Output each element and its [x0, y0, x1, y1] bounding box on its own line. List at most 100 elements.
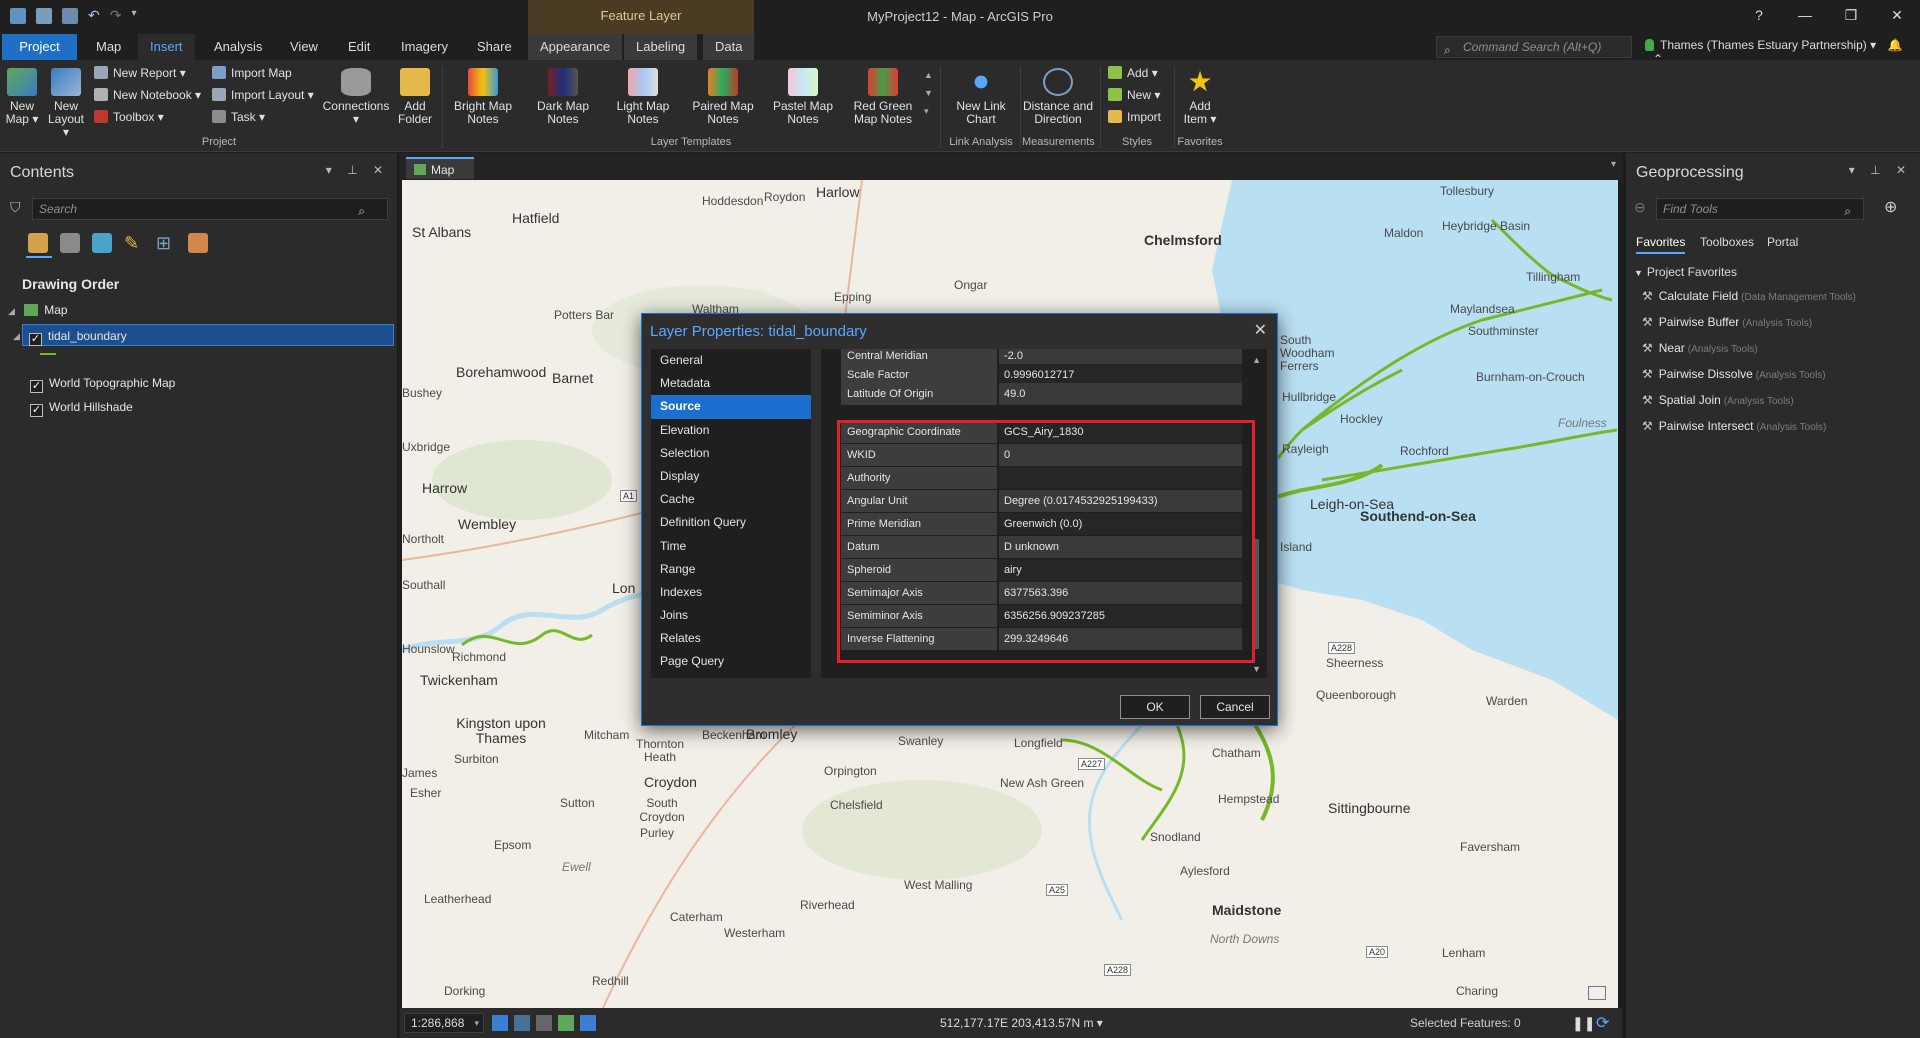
refresh-icon[interactable]: ⟳ [1596, 1013, 1609, 1033]
pencil-icon[interactable]: ✎ [124, 233, 144, 253]
nav-page-query[interactable]: Page Query [651, 650, 811, 673]
scroll-down-icon[interactable]: ▼ [1252, 664, 1261, 674]
project-icon[interactable] [10, 8, 26, 24]
nav-general[interactable]: General [651, 349, 811, 372]
toolbox-button[interactable]: Toolbox ▾ [94, 110, 164, 124]
tab-insert[interactable]: Insert [138, 34, 195, 60]
nav-joins[interactable]: Joins [651, 604, 811, 627]
template-bright-map-notes[interactable]: Bright Map Notes [450, 64, 516, 126]
new-link-chart-button[interactable]: New Link Chart [946, 64, 1016, 126]
add-item-button[interactable]: ★ Add Item ▾ [1176, 64, 1224, 126]
task-button[interactable]: Task ▾ [212, 110, 265, 124]
tab-edit[interactable]: Edit [336, 34, 382, 60]
list-by-drawing-order-icon[interactable] [28, 233, 48, 253]
ok-button[interactable]: OK [1120, 695, 1190, 719]
nav-definition-query[interactable]: Definition Query [651, 511, 811, 534]
scale-selector[interactable]: 1:286,868 ▾ [404, 1013, 484, 1033]
scroll-up-icon[interactable]: ▲ [1252, 355, 1261, 365]
snapping-toggle-icon[interactable] [558, 1015, 574, 1031]
tab-overflow-icon[interactable]: ▾ [1611, 159, 1616, 170]
nav-elevation[interactable]: Elevation [651, 419, 811, 442]
tab-data[interactable]: Data [703, 34, 754, 60]
command-search-input[interactable]: ⌕ Command Search (Alt+Q) [1436, 36, 1632, 58]
grid-icon[interactable] [536, 1015, 552, 1031]
scrollbar-thumb[interactable] [1255, 539, 1259, 649]
nav-indexes[interactable]: Indexes [651, 581, 811, 604]
new-layout-button[interactable]: New Layout ▾ [44, 64, 88, 139]
restore-button[interactable]: ❐ [1828, 0, 1874, 32]
template-red-green-map-notes[interactable]: Red Green Map Notes [850, 64, 916, 126]
nav-metadata[interactable]: Metadata [651, 372, 811, 395]
find-tools-input[interactable]: Find Tools ⌕ [1656, 198, 1864, 220]
list-by-selection-icon[interactable] [92, 233, 112, 253]
template-pastel-map-notes[interactable]: Pastel Map Notes [770, 64, 836, 126]
close-window-button[interactable]: ✕ [1874, 0, 1920, 32]
coordinate-readout[interactable]: 512,177.17E 203,413.57N m ▾ [940, 1016, 1103, 1030]
tab-share[interactable]: Share [465, 34, 524, 60]
tree-layer-world-hillshade[interactable]: ✓ World Hillshade [30, 396, 424, 418]
template-light-map-notes[interactable]: Light Map Notes [610, 64, 676, 126]
new-map-button[interactable]: New Map ▾ [2, 64, 42, 126]
constraint-icon[interactable] [580, 1015, 596, 1031]
import-map-button[interactable]: Import Map [212, 66, 292, 80]
tab-favorites[interactable]: Favorites [1636, 235, 1686, 254]
tree-layer-world-topographic[interactable]: ✓ World Topographic Map [30, 372, 424, 394]
minimize-button[interactable]: — [1782, 0, 1828, 32]
dialog-close-button[interactable]: ✕ [1254, 320, 1267, 340]
cancel-button[interactable]: Cancel [1200, 695, 1270, 719]
help-button[interactable]: ? [1736, 0, 1782, 32]
filter-icon[interactable]: ⛉ [10, 199, 21, 216]
project-favorites-header[interactable]: ▼ Project Favorites [1634, 265, 1737, 279]
nav-range[interactable]: Range [651, 558, 811, 581]
notification-icon[interactable]: 🔔 [1887, 38, 1902, 52]
tab-view[interactable]: View [278, 34, 330, 60]
nav-cache[interactable]: Cache [651, 488, 811, 511]
snapping-icon[interactable]: ⊞ [156, 233, 176, 253]
nav-display[interactable]: Display [651, 465, 811, 488]
labeling-icon[interactable] [188, 233, 208, 253]
style-import-button[interactable]: Import [1108, 110, 1161, 124]
open-icon[interactable] [36, 8, 52, 24]
back-icon[interactable]: ⊖ [1634, 199, 1646, 216]
nav-relates[interactable]: Relates [651, 627, 811, 650]
connections-button[interactable]: Connections ▾ [322, 64, 390, 126]
layer-visibility-checkbox[interactable]: ✓ [30, 404, 43, 417]
expand-icon[interactable]: ◢ [8, 306, 15, 316]
undo-icon[interactable]: ↶ [88, 8, 100, 24]
tool-pairwise-buffer[interactable]: ⚒ Pairwise Buffer (Analysis Tools) [1642, 315, 1812, 329]
nav-time[interactable]: Time [651, 535, 811, 558]
tab-map[interactable]: Map [84, 34, 133, 60]
tool-pairwise-dissolve[interactable]: ⚒ Pairwise Dissolve (Analysis Tools) [1642, 367, 1826, 381]
template-dark-map-notes[interactable]: Dark Map Notes [530, 64, 596, 126]
style-add-button[interactable]: Add ▾ [1108, 66, 1158, 80]
layer-visibility-checkbox[interactable]: ✓ [29, 333, 42, 346]
tab-labeling[interactable]: Labeling [624, 34, 698, 60]
tool-spatial-join[interactable]: ⚒ Spatial Join (Analysis Tools) [1642, 393, 1794, 407]
style-new-button[interactable]: New ▾ [1108, 88, 1160, 102]
new-report-button[interactable]: New Report ▾ [94, 66, 186, 80]
add-icon[interactable]: ⊕ [1884, 197, 1897, 217]
nav-selection[interactable]: Selection [651, 442, 811, 465]
tab-map-view[interactable]: Map ✕ [406, 157, 474, 199]
pane-controls[interactable]: ▾ ⊥ ✕ [1849, 163, 1912, 177]
selected-features-count[interactable]: Selected Features: 0 [1410, 1016, 1521, 1030]
pane-controls[interactable]: ▾ ⊥ ✕ [326, 163, 389, 177]
tool-pairwise-intersect[interactable]: ⚒ Pairwise Intersect (Analysis Tools) [1642, 419, 1826, 433]
map-tips-icon[interactable] [1588, 986, 1606, 1000]
pan-icon[interactable] [514, 1015, 530, 1031]
distance-direction-button[interactable]: Distance and Direction [1022, 64, 1094, 126]
tree-layer-tidal-boundary[interactable]: ◢ ✓ tidal_boundary [13, 324, 394, 346]
tool-calculate-field[interactable]: ⚒ Calculate Field (Data Management Tools) [1642, 289, 1856, 303]
new-notebook-button[interactable]: New Notebook ▾ [94, 88, 201, 102]
tab-analysis[interactable]: Analysis [202, 34, 274, 60]
gallery-scroll[interactable]: ▲ ▼ ▾ [924, 66, 933, 120]
tab-toolboxes[interactable]: Toolboxes [1700, 235, 1754, 249]
add-folder-button[interactable]: Add Folder [392, 64, 438, 126]
customize-icon[interactable]: ▾ [131, 8, 136, 24]
import-layout-button[interactable]: Import Layout ▾ [212, 88, 314, 102]
tab-appearance[interactable]: Appearance [528, 34, 623, 60]
tab-imagery[interactable]: Imagery [389, 34, 460, 60]
layer-visibility-checkbox[interactable]: ✓ [30, 380, 43, 393]
list-by-source-icon[interactable] [60, 233, 80, 253]
tree-map-node[interactable]: ◢ Map [0, 299, 394, 321]
